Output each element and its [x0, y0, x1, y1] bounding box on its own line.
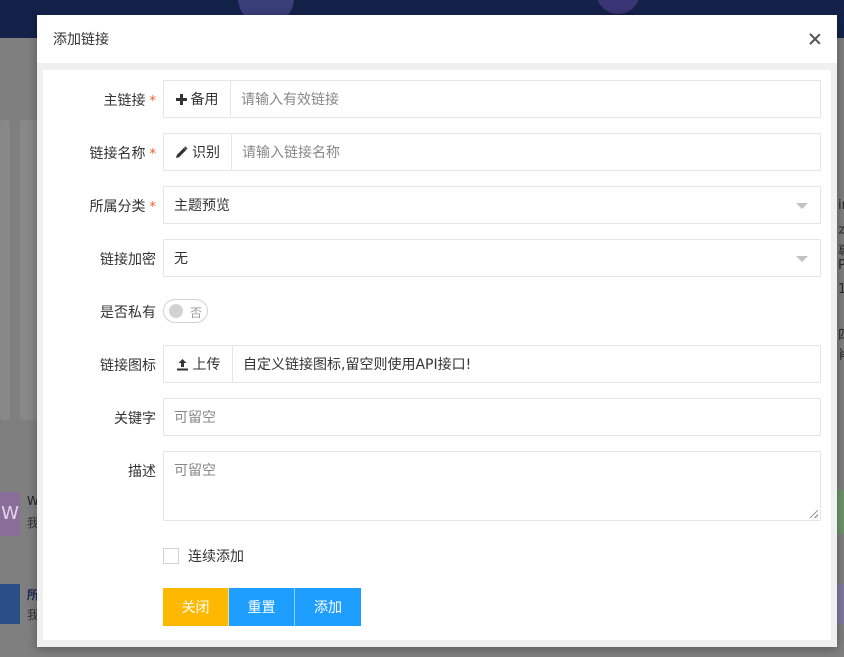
recognize-button-label: 识别 — [192, 145, 220, 161]
add-button[interactable]: 添加 — [295, 588, 361, 626]
recognize-button[interactable]: 识别 — [164, 134, 232, 170]
plus-icon — [175, 93, 187, 105]
toggle-text: 否 — [190, 306, 203, 320]
category-select[interactable]: 主题预览 — [163, 186, 821, 224]
backup-button[interactable]: 备用 — [164, 81, 231, 117]
encryption-select[interactable]: 无 — [163, 239, 821, 277]
close-icon[interactable] — [807, 31, 823, 47]
background-card — [0, 120, 10, 420]
background-tile — [837, 490, 844, 534]
link-name-input[interactable]: 请输入链接名称 — [232, 142, 340, 162]
background-tile-icon: W — [0, 492, 20, 536]
icon-input[interactable]: 自定义链接图标,留空则使用API接口! — [233, 354, 471, 374]
backup-button-label: 备用 — [190, 92, 219, 108]
link-name-field: 识别 请输入链接名称 — [163, 133, 821, 171]
main-link-input[interactable]: 请输入有效链接 — [231, 89, 339, 109]
background-text: 本 — [838, 220, 844, 239]
required-mark: * — [149, 147, 157, 162]
background-text: in — [838, 198, 844, 213]
header-decoration — [596, 0, 640, 14]
private-toggle[interactable]: 否 — [163, 299, 208, 323]
keywords-input[interactable]: 可留空 — [163, 398, 821, 436]
pencil-icon — [176, 145, 188, 158]
background-text: 四 — [838, 324, 844, 343]
add-link-dialog: 添加链接 主链接 * 备用 请输入有效链接 链接名称 * 识别 请输入链接名称 … — [37, 15, 837, 647]
category-value: 主题预览 — [174, 198, 230, 214]
encryption-label: 链接加密 — [100, 252, 156, 268]
upload-icon — [176, 358, 188, 370]
continuous-add-label: 连续添加 — [188, 549, 244, 565]
main-link-label: 主链接 * — [103, 93, 157, 109]
required-mark: * — [149, 200, 157, 215]
description-placeholder: 可留空 — [174, 463, 216, 479]
continuous-add-option[interactable]: 连续添加 — [163, 546, 244, 566]
required-mark: * — [149, 94, 157, 109]
upload-button-label: 上传 — [192, 357, 221, 373]
chevron-down-icon — [796, 203, 808, 209]
resize-handle[interactable] — [810, 510, 818, 518]
upload-button[interactable]: 上传 — [164, 346, 233, 382]
close-button[interactable]: 关闭 — [163, 588, 229, 626]
background-tile — [837, 584, 844, 624]
background-text: 1 — [838, 282, 844, 297]
private-label: 是否私有 — [100, 305, 156, 321]
main-link-field: 备用 请输入有效链接 — [163, 80, 821, 118]
background-text: P — [838, 258, 844, 273]
keywords-placeholder: 可留空 — [174, 410, 216, 426]
category-label: 所属分类 * — [89, 199, 157, 215]
icon-label: 链接图标 — [100, 358, 156, 374]
chevron-down-icon — [796, 256, 808, 262]
dialog-body: 主链接 * 备用 请输入有效链接 链接名称 * 识别 请输入链接名称 所属分类 … — [43, 70, 831, 640]
reset-button[interactable]: 重置 — [229, 588, 295, 626]
action-buttons: 关闭 重置 添加 — [163, 588, 361, 626]
description-label: 描述 — [128, 464, 156, 480]
background-text: 肖 — [838, 344, 844, 363]
dialog-header: 添加链接 — [37, 15, 837, 64]
description-textarea[interactable]: 可留空 — [163, 451, 821, 521]
continuous-add-checkbox[interactable] — [163, 548, 179, 564]
background-tile-icon — [0, 584, 20, 624]
background-text: 專 — [838, 240, 844, 259]
encryption-value: 无 — [174, 251, 188, 267]
icon-field: 上传 自定义链接图标,留空则使用API接口! — [163, 345, 821, 383]
link-name-label: 链接名称 * — [89, 146, 157, 162]
dialog-title: 添加链接 — [53, 32, 109, 48]
background-card — [20, 120, 37, 420]
keywords-label: 关键字 — [114, 411, 156, 427]
toggle-knob — [169, 304, 183, 318]
